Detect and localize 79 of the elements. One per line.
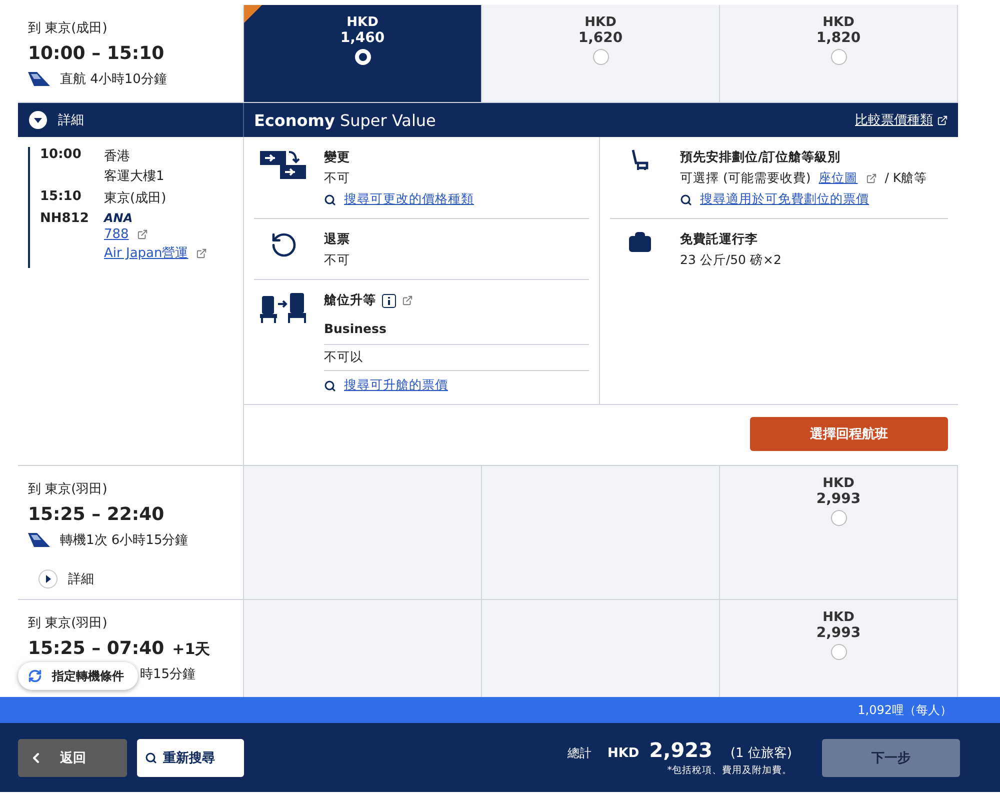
fare-option[interactable]: HKD 1,820 bbox=[720, 5, 958, 102]
radio-button[interactable] bbox=[830, 510, 846, 526]
flight-summary: 轉機1次 6小時15分鐘 bbox=[60, 532, 188, 549]
external-link-icon bbox=[402, 295, 413, 306]
external-link-icon bbox=[937, 114, 948, 126]
fare-rule-title: 艙位升等 bbox=[324, 292, 376, 309]
details-toggle[interactable]: 詳細 bbox=[18, 103, 244, 137]
fare-class-text: / K艙等 bbox=[884, 170, 928, 187]
destination-text: 到 東京(羽田) bbox=[28, 481, 108, 498]
fare-type-title: Economy Super Value bbox=[254, 110, 436, 130]
compare-fares-link[interactable]: 比較票價種類 bbox=[855, 111, 948, 129]
fare-rule-title: 退票 bbox=[324, 231, 350, 248]
flight-summary: 直航 4小時10分鐘 bbox=[60, 71, 167, 88]
day-offset: +1天 bbox=[172, 640, 210, 659]
search-again-button[interactable]: 重新搜尋 bbox=[137, 738, 244, 776]
arrival-airport: 東京(成田) bbox=[104, 190, 168, 207]
destination-text: 到 東京(羽田) bbox=[28, 615, 108, 632]
search-icon bbox=[145, 752, 157, 764]
fare-rule-value: 不可以 bbox=[324, 349, 363, 366]
ticket-change-icon bbox=[260, 149, 308, 181]
total-label: 總計 bbox=[567, 745, 592, 762]
flight-summary: 時15分鐘 bbox=[140, 666, 196, 683]
passenger-count: (1 位旅客) bbox=[730, 745, 792, 762]
cabin-class: Business bbox=[324, 313, 589, 345]
total-currency: HKD bbox=[607, 746, 640, 761]
airline-tail-icon bbox=[28, 533, 50, 547]
fare-rule-value: 可選擇 (可能需要收費) bbox=[680, 170, 811, 187]
fare-rule-title: 預先安排劃位/訂位艙等級別 bbox=[680, 149, 841, 166]
transfer-filter-button[interactable]: 指定轉機條件 bbox=[18, 662, 138, 690]
back-button[interactable]: 返回 bbox=[18, 738, 127, 776]
radio-button[interactable] bbox=[592, 49, 608, 65]
info-icon[interactable] bbox=[382, 294, 396, 308]
refund-arrow-icon bbox=[270, 231, 298, 259]
external-link-icon bbox=[136, 229, 148, 240]
fare-rule-title: 免費託運行李 bbox=[680, 231, 758, 248]
search-fares-link[interactable]: 搜尋適用於可免費劃位的票價 bbox=[700, 191, 869, 208]
terminal-text: 客運大樓1 bbox=[104, 168, 166, 185]
flight-times: 10:00 – 15:10 bbox=[28, 43, 164, 64]
search-fares-link[interactable]: 搜尋可更改的價格種類 bbox=[344, 191, 474, 208]
external-link-icon bbox=[866, 173, 877, 184]
search-icon bbox=[324, 380, 336, 392]
total-amount: 2,923 bbox=[649, 738, 712, 762]
departure-time: 10:00 bbox=[40, 147, 82, 164]
fare-option[interactable]: HKD 1,460 bbox=[244, 5, 482, 102]
fare-rule-value: 不可 bbox=[324, 252, 350, 269]
flight-times: 15:25 – 07:40 bbox=[28, 638, 164, 659]
arrival-time: 15:10 bbox=[40, 189, 82, 206]
radio-button[interactable] bbox=[830, 644, 846, 660]
aircraft-link[interactable]: 788 bbox=[104, 227, 129, 242]
search-fares-link[interactable]: 搜尋可升艙的票價 bbox=[344, 377, 448, 394]
refresh-icon bbox=[28, 669, 42, 683]
departure-airport: 香港 bbox=[104, 148, 131, 165]
miles-text: 1,092哩（每人） bbox=[858, 702, 952, 718]
airline-tail-icon bbox=[28, 72, 50, 86]
flight-times: 15:25 – 22:40 bbox=[28, 504, 164, 525]
external-link-icon bbox=[196, 248, 208, 258]
operator-link[interactable]: Air Japan營運 bbox=[104, 244, 188, 262]
details-toggle[interactable]: 詳細 bbox=[28, 569, 231, 589]
destination-text: 到 東京(成田) bbox=[28, 20, 108, 37]
seat-icon bbox=[630, 149, 650, 171]
seat-upgrade-icon bbox=[260, 292, 308, 324]
corner-flag bbox=[244, 5, 262, 23]
select-return-flight-button[interactable]: 選擇回程航班 bbox=[750, 417, 948, 451]
fare-option[interactable]: HKD 2,993 bbox=[720, 600, 958, 697]
fare-option[interactable]: HKD 2,993 bbox=[720, 466, 958, 599]
seat-map-link[interactable]: 座位圖 bbox=[818, 170, 858, 187]
flight-number: NH812 bbox=[40, 211, 90, 228]
radio-button[interactable] bbox=[830, 49, 846, 65]
fare-rule-title: 變更 bbox=[324, 149, 350, 166]
airline-logo: ANA bbox=[104, 211, 134, 225]
baggage-icon bbox=[628, 231, 652, 255]
fare-rule-value: 不可 bbox=[324, 170, 350, 187]
collapse-icon bbox=[28, 110, 48, 130]
expand-icon bbox=[38, 569, 58, 589]
fare-rule-value: 23 公斤/50 磅×2 bbox=[680, 252, 782, 269]
tax-note: *包括稅項、費用及附加費。 bbox=[667, 764, 792, 777]
search-icon bbox=[324, 194, 336, 206]
search-icon bbox=[680, 194, 692, 206]
fare-option[interactable]: HKD 1,620 bbox=[482, 5, 720, 102]
